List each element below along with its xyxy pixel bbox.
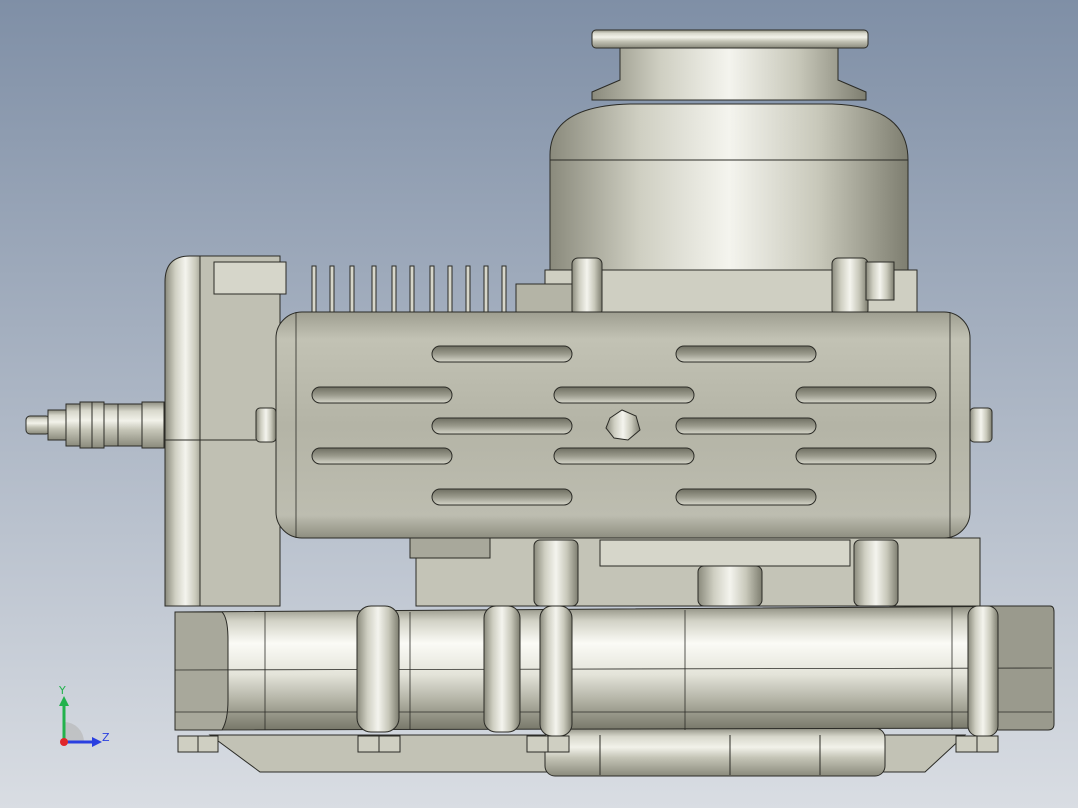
fan-housing-dome	[549, 103, 909, 271]
lower-flywheel-housing	[544, 727, 886, 777]
crankcase-rib-3	[539, 605, 573, 737]
coordinate-triad: Y Z	[50, 684, 120, 754]
pulley-groove	[591, 47, 867, 101]
engine-model-3d-view[interactable]	[0, 0, 1078, 808]
lower-fins	[409, 537, 491, 559]
stud-left-top	[571, 257, 603, 317]
crankcase-rib-1	[356, 605, 400, 733]
center-boss	[697, 565, 763, 607]
right-muffler-nut	[969, 407, 993, 443]
stud-right-lower	[853, 539, 899, 607]
z-axis-label: Z	[102, 731, 110, 744]
stud-right-2	[865, 261, 895, 301]
left-muffler-nut	[255, 407, 277, 443]
cad-viewport[interactable]: Y Z	[0, 0, 1078, 808]
pulley-top-flange	[591, 29, 869, 49]
crankcase-rib-2	[483, 605, 521, 733]
stud-right-top	[831, 257, 869, 317]
y-axis-label: Y	[59, 684, 66, 697]
lower-plate	[599, 539, 851, 567]
stud-left-lower	[533, 539, 579, 607]
carb-fitting	[515, 283, 573, 315]
crankcase-rib-4	[967, 605, 999, 737]
